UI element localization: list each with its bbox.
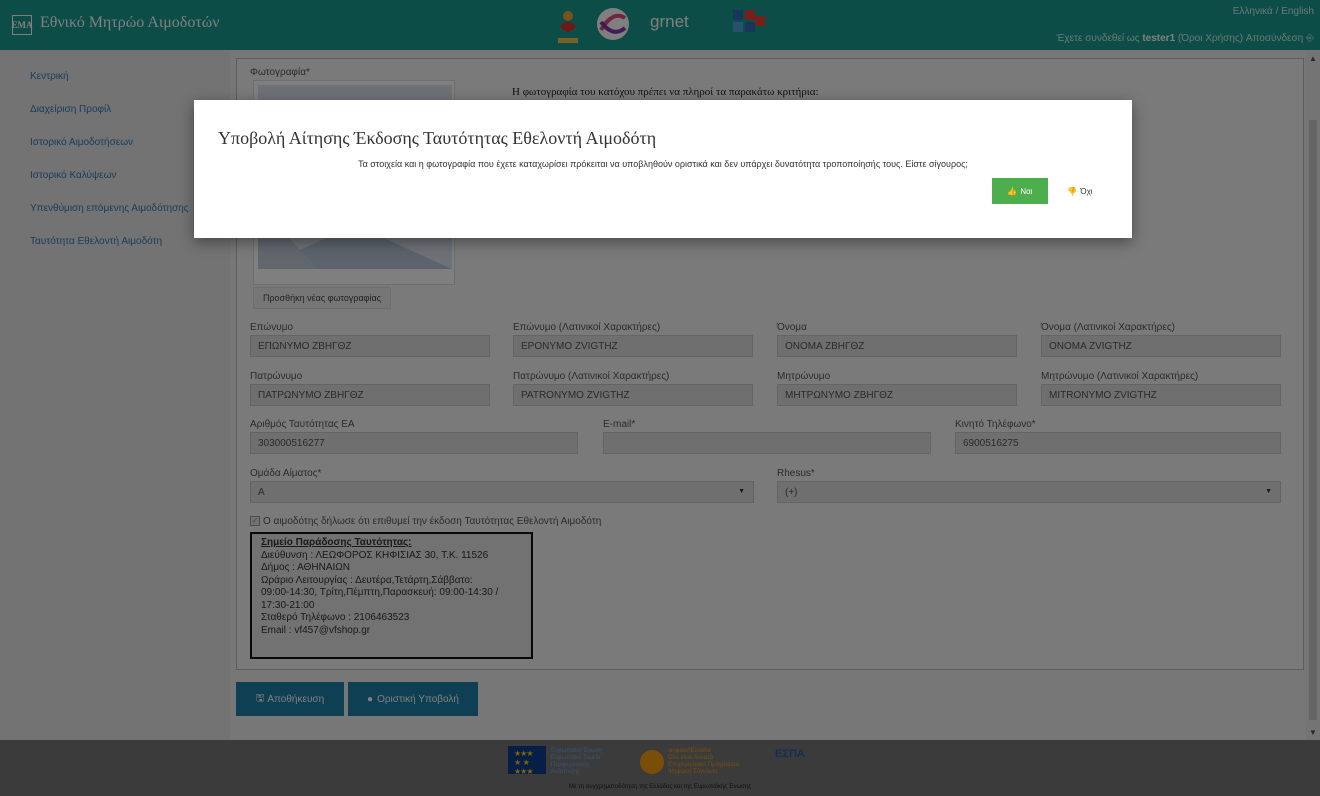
thumbs-down-icon: 👎: [1067, 186, 1078, 196]
no-button-label: Όχι: [1080, 186, 1093, 196]
yes-button-label: Ναι: [1020, 186, 1033, 196]
dialog-message: Τα στοιχεία και η φωτογραφία που έχετε κ…: [358, 159, 968, 169]
no-button[interactable]: 👎 Όχι: [1060, 178, 1100, 204]
dialog-title: Υποβολή Αίτησης Έκδοσης Ταυτότητας Εθελο…: [218, 128, 657, 148]
yes-button[interactable]: 👍 Ναι: [992, 178, 1048, 204]
thumbs-up-icon: 👍: [1007, 186, 1018, 196]
confirm-submit-dialog: Υποβολή Αίτησης Έκδοσης Ταυτότητας Εθελο…: [194, 100, 1132, 238]
